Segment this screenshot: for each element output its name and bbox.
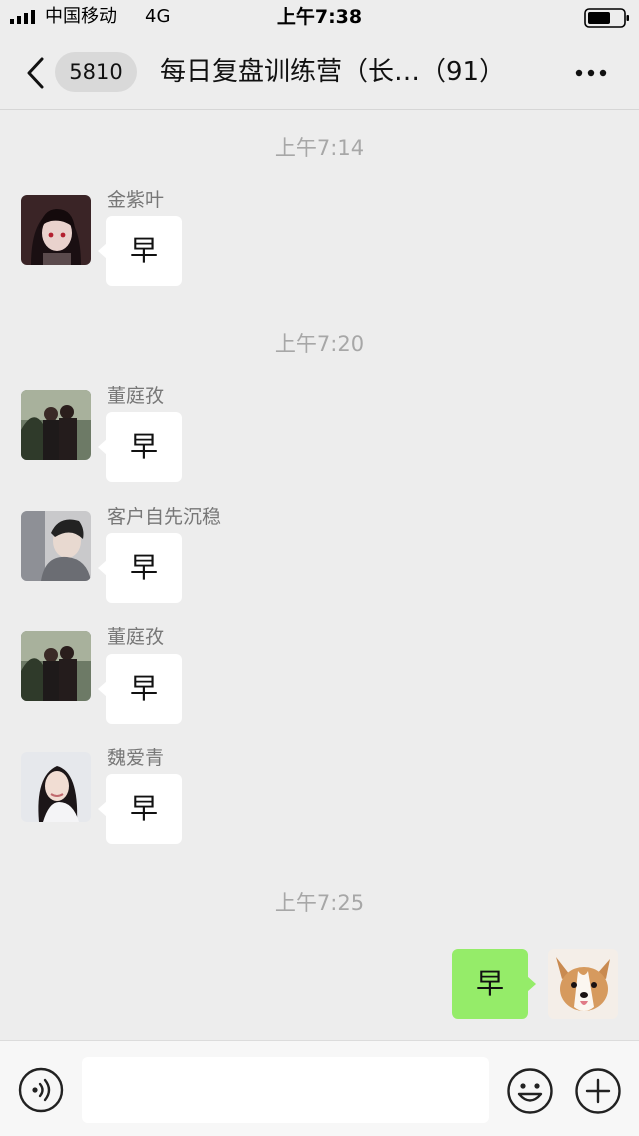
sender-name: 董庭孜 bbox=[107, 626, 165, 648]
voice-icon[interactable] bbox=[18, 1067, 64, 1113]
chat-screen: 中国移动 4G 上午7:38 5810 每日复盘训练营（长…（91） 上午7:1… bbox=[0, 0, 639, 1136]
avatar[interactable] bbox=[21, 195, 91, 265]
more-icon[interactable] bbox=[574, 68, 608, 78]
battery-icon bbox=[584, 8, 629, 28]
timestamp-divider: 上午7:20 bbox=[274, 332, 365, 356]
message-input[interactable] bbox=[82, 1057, 489, 1123]
sender-name: 董庭孜 bbox=[107, 385, 165, 407]
sender-name: 金紫叶 bbox=[107, 189, 165, 211]
avatar[interactable] bbox=[21, 511, 91, 581]
avatar[interactable] bbox=[21, 752, 91, 822]
sender-name: 客户自先沉稳 bbox=[107, 506, 222, 528]
chat-title: 每日复盘训练营（长…（91） bbox=[160, 57, 506, 87]
message-bubble[interactable]: 早 bbox=[98, 533, 182, 603]
avatar[interactable] bbox=[21, 390, 91, 460]
message-bubble[interactable]: 早 bbox=[98, 412, 182, 482]
my-message-bubble[interactable]: 早 bbox=[452, 949, 536, 1019]
sender-name: 魏爱青 bbox=[107, 747, 165, 769]
timestamp-divider: 上午7:14 bbox=[274, 136, 365, 160]
emoji-icon[interactable] bbox=[506, 1067, 554, 1115]
message-bubble[interactable]: 早 bbox=[98, 654, 182, 724]
nav-bar: 5810 每日复盘训练营（长…（91） bbox=[0, 36, 639, 110]
status-time: 上午7:38 bbox=[276, 6, 363, 28]
status-bar: 中国移动 4G 上午7:38 bbox=[0, 0, 639, 36]
timestamp-divider: 上午7:25 bbox=[274, 891, 365, 915]
my-avatar[interactable] bbox=[548, 949, 618, 1019]
avatar[interactable] bbox=[21, 631, 91, 701]
message-bubble[interactable]: 早 bbox=[98, 216, 182, 286]
message-bubble[interactable]: 早 bbox=[98, 774, 182, 844]
plus-icon[interactable] bbox=[574, 1067, 622, 1115]
unread-count-badge[interactable]: 5810 bbox=[55, 52, 137, 92]
input-bar bbox=[0, 1040, 639, 1136]
back-icon[interactable] bbox=[24, 56, 48, 90]
